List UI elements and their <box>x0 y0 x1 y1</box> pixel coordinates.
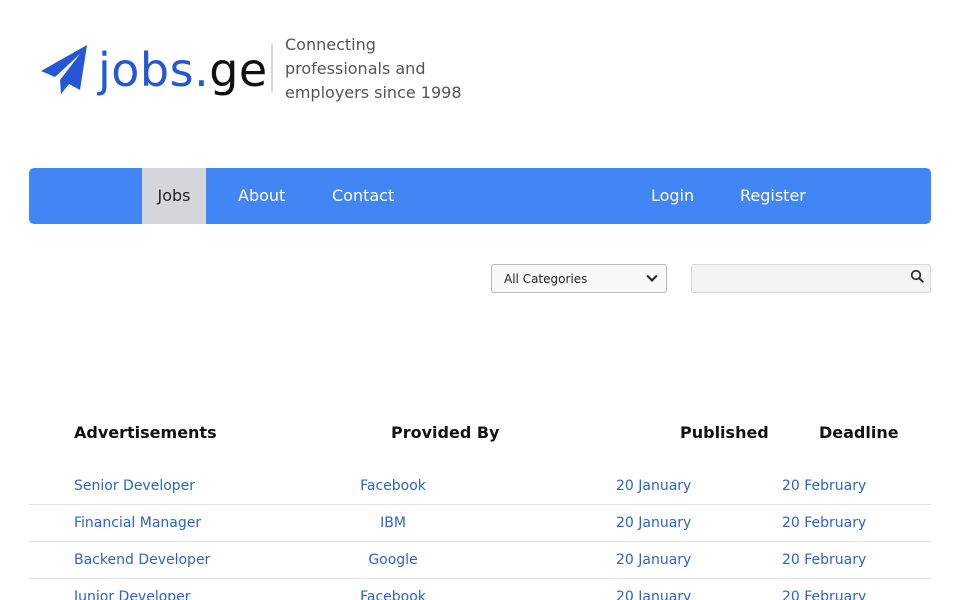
published-date: 20 January <box>616 478 692 494</box>
col-header-provided-by: Provided By <box>391 423 500 442</box>
col-header-deadline: Deadline <box>819 423 899 442</box>
deadline-date: 20 February <box>782 552 867 568</box>
paper-plane-icon <box>41 45 87 94</box>
search-icon[interactable] <box>910 269 924 283</box>
table-row[interactable]: Senior Developer Facebook 20 January 20 … <box>29 468 931 505</box>
deadline-date: 20 February <box>782 478 867 494</box>
main-navbar: Jobs About Contact Login Register <box>29 168 931 224</box>
col-header-published: Published <box>680 423 769 442</box>
table-row[interactable]: Junior Developer Facebook 20 January 20 … <box>29 579 931 600</box>
site-tagline: Connecting professionals and employers s… <box>285 35 462 102</box>
category-select[interactable]: All Categories <box>491 264 667 293</box>
logo-wordmark: jobs.ge <box>98 43 268 97</box>
table-row[interactable]: Financial Manager IBM 20 January 20 Febr… <box>29 505 931 542</box>
job-title-link[interactable]: Financial Manager <box>74 505 201 542</box>
published-date: 20 January <box>616 515 692 531</box>
nav-item-about[interactable]: About <box>238 168 285 224</box>
published-date: 20 January <box>616 552 692 568</box>
nav-item-contact[interactable]: Contact <box>332 168 394 224</box>
published-date: 20 January <box>616 589 692 600</box>
deadline-date: 20 February <box>782 589 867 600</box>
nav-item-jobs[interactable]: Jobs <box>142 168 206 224</box>
job-title-link[interactable]: Junior Developer <box>74 579 191 600</box>
job-title-link[interactable]: Backend Developer <box>74 542 210 579</box>
category-select-value: All Categories <box>504 271 588 286</box>
nav-item-login[interactable]: Login <box>651 168 694 224</box>
chevron-down-icon <box>646 270 658 282</box>
search-input[interactable] <box>691 264 931 293</box>
header-divider <box>271 44 273 92</box>
nav-item-register[interactable]: Register <box>740 168 806 224</box>
table-row[interactable]: Backend Developer Google 20 January 20 F… <box>29 542 931 579</box>
deadline-date: 20 February <box>782 515 867 531</box>
job-title-link[interactable]: Senior Developer <box>74 468 195 505</box>
site-logo[interactable]: jobs.ge <box>40 40 268 100</box>
col-header-advertisements: Advertisements <box>74 423 217 442</box>
